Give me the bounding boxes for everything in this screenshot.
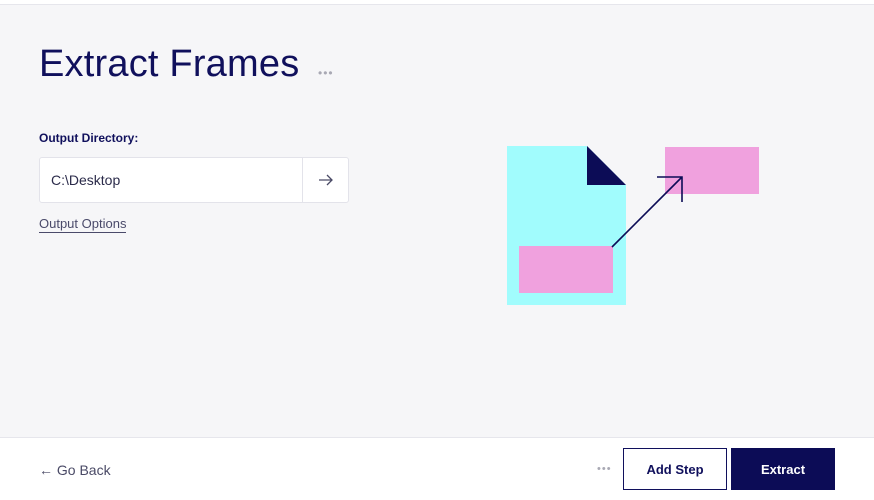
title-more-icon[interactable]: ••• [318, 67, 334, 79]
source-frame [519, 246, 613, 293]
arrow-right-icon [318, 174, 333, 186]
footer-bar: ← Go Back ••• Add Step Extract [0, 437, 874, 500]
output-directory-field [39, 157, 349, 203]
browse-button[interactable] [302, 158, 348, 202]
go-back-button[interactable]: ← Go Back [39, 462, 111, 478]
output-directory-label: Output Directory: [39, 131, 139, 145]
output-options-link[interactable]: Output Options [39, 216, 127, 233]
extract-frames-illustration [507, 146, 759, 305]
footer-more-icon[interactable]: ••• [597, 463, 612, 475]
add-step-button[interactable]: Add Step [623, 448, 727, 490]
main-panel: Extract Frames ••• Output Directory: Out… [0, 5, 874, 437]
extracted-frame [665, 147, 759, 194]
document-corner [587, 146, 626, 185]
page-title: Extract Frames [39, 43, 300, 85]
extract-button[interactable]: Extract [731, 448, 835, 490]
output-directory-input[interactable] [40, 158, 302, 202]
